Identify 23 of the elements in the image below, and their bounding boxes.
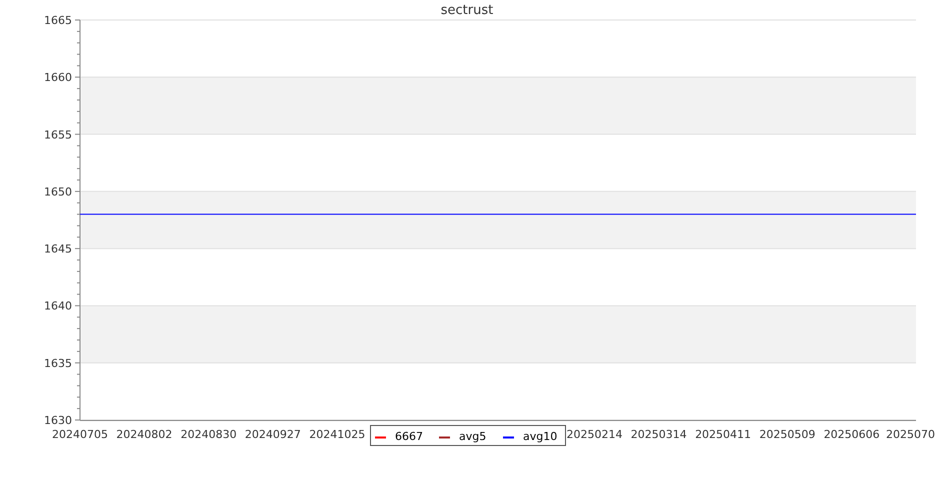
x-tick-label: 20240705 bbox=[52, 428, 108, 441]
x-tick-label: 20241025 bbox=[309, 428, 366, 441]
y-tick-label: 1640 bbox=[44, 300, 72, 313]
x-tick-label: 20250606 bbox=[824, 428, 880, 441]
x-tick-label: 20240830 bbox=[180, 428, 237, 441]
legend-label: 6667 bbox=[395, 430, 423, 443]
y-tick-label: 1655 bbox=[44, 128, 72, 142]
y-tick-label: 1660 bbox=[44, 71, 72, 84]
x-tick-label: 2025070 bbox=[886, 428, 935, 441]
y-tick-label: 1635 bbox=[44, 356, 72, 370]
x-tick-label: 20240802 bbox=[116, 428, 172, 441]
y-tick-label: 1645 bbox=[44, 242, 72, 256]
x-tick-label: 20250214 bbox=[566, 428, 622, 441]
legend-label: avg10 bbox=[523, 430, 558, 443]
x-tick-label: 20250314 bbox=[630, 428, 687, 441]
legend-label: avg5 bbox=[459, 430, 486, 443]
chart-title: sectrust bbox=[440, 3, 494, 18]
x-tick-label: 20250411 bbox=[695, 428, 752, 441]
x-tick-label: 20250509 bbox=[759, 428, 816, 441]
y-tick-label: 1665 bbox=[44, 14, 72, 27]
x-tick-label: 20240927 bbox=[244, 428, 301, 441]
y-tick-label: 1650 bbox=[44, 185, 72, 198]
y-tick-label: 1630 bbox=[44, 414, 72, 427]
